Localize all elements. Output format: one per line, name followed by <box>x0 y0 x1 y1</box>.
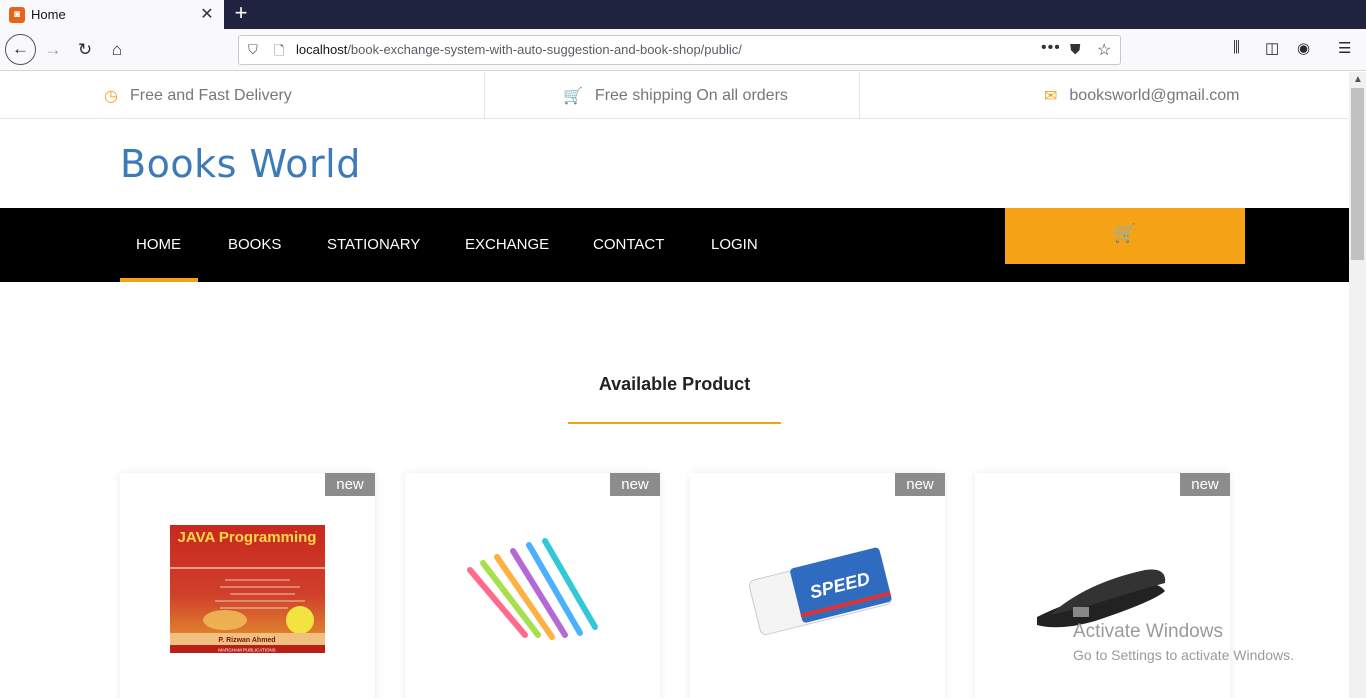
vertical-scrollbar[interactable]: ▲ <box>1349 72 1366 698</box>
browser-tab-bar: ◙ Home ✕ + <box>0 0 1366 29</box>
cart-button[interactable]: 🛒 <box>1005 208 1245 264</box>
new-badge: new <box>610 473 660 496</box>
scroll-up-icon[interactable]: ▲ <box>1353 74 1363 85</box>
bookmark-star-icon[interactable]: ☆ <box>1097 40 1111 60</box>
nav-exchange[interactable]: EXCHANGE <box>465 208 549 282</box>
forward-icon[interactable]: → <box>39 36 67 64</box>
product-card[interactable]: new JAVA Programming P. Rizwan Ahmed MAR… <box>120 473 375 698</box>
active-nav-indicator <box>120 278 198 282</box>
library-icon[interactable]: ⫼ <box>1233 39 1240 56</box>
page-info-icon[interactable]: 🗋 <box>274 42 284 64</box>
section-title: Available Product <box>598 374 751 394</box>
new-badge: new <box>895 473 945 496</box>
product-image-java-book[interactable]: JAVA Programming P. Rizwan Ahmed MARGHAM… <box>170 525 325 653</box>
cart-icon: 🛒 <box>1113 223 1137 243</box>
divider <box>484 72 485 119</box>
product-card[interactable]: new SPEED <box>690 473 945 698</box>
account-icon[interactable]: ◉ <box>1297 39 1310 57</box>
new-badge: new <box>325 473 375 496</box>
watermark-title: Activate Windows <box>1073 621 1223 642</box>
svg-text:MARGHAM PUBLICATIONS: MARGHAM PUBLICATIONS <box>218 648 275 653</box>
browser-tab[interactable]: ◙ Home ✕ <box>0 0 224 29</box>
watermark-subtitle: Go to Settings to activate Windows. <box>1073 647 1294 663</box>
nav-contact[interactable]: CONTACT <box>593 208 664 282</box>
scrollbar-thumb[interactable] <box>1351 88 1364 260</box>
main-navigation: HOME BOOKS STATIONARY EXCHANGE CONTACT L… <box>0 208 1349 282</box>
tab-title: Home <box>31 7 66 22</box>
sidebar-icon[interactable]: ◫ <box>1265 39 1279 57</box>
windows-activation-watermark: Activate Windows Go to Settings to activ… <box>1073 621 1294 663</box>
info-strip: ◷ Free and Fast Delivery 🛒 Free shipping… <box>0 72 1349 119</box>
shield-icon[interactable]: ⛉ <box>248 42 258 58</box>
nav-books[interactable]: BOOKS <box>228 208 281 282</box>
shipping-info: 🛒 Free shipping On all orders <box>563 72 788 119</box>
nav-login[interactable]: LOGIN <box>711 208 758 282</box>
url-text[interactable]: localhost/book-exchange-system-with-auto… <box>296 42 742 57</box>
product-card[interactable]: new <box>405 473 660 698</box>
svg-text:P. Rizwan Ahmed: P. Rizwan Ahmed <box>218 637 275 644</box>
browser-toolbar: ← → ↻ ⌂ ⛉ 🗋 localhost/book-exchange-syst… <box>0 29 1366 71</box>
close-tab-icon[interactable]: ✕ <box>200 6 214 22</box>
delivery-text: Free and Fast Delivery <box>129 86 292 104</box>
delivery-info: ◷ Free and Fast Delivery <box>104 72 292 119</box>
nav-stationary[interactable]: STATIONARY <box>327 208 420 282</box>
email-text[interactable]: booksworld@gmail.com <box>1069 87 1239 105</box>
menu-icon[interactable]: ☰ <box>1338 39 1351 57</box>
divider <box>859 72 860 119</box>
email-info: ✉ booksworld@gmail.com <box>1044 72 1239 119</box>
shipping-text: Free shipping On all orders <box>594 86 788 104</box>
favicon-icon: ◙ <box>9 6 25 23</box>
product-image-pens[interactable] <box>455 525 610 653</box>
nav-home[interactable]: HOME <box>136 208 181 282</box>
home-icon[interactable]: ⌂ <box>103 36 131 64</box>
product-card[interactable]: new <box>975 473 1230 698</box>
clock-icon: ◷ <box>104 87 118 105</box>
back-icon[interactable]: ← <box>5 34 36 65</box>
svg-text:JAVA Programming: JAVA Programming <box>178 529 317 546</box>
product-image-eraser[interactable]: SPEED <box>740 525 895 653</box>
new-badge: new <box>1180 473 1230 496</box>
title-underline <box>568 422 781 424</box>
page-actions-icon[interactable]: ••• <box>1041 39 1061 57</box>
site-logo[interactable]: Books World <box>120 142 361 186</box>
pocket-icon[interactable]: ⛊ <box>1070 41 1081 58</box>
address-bar[interactable]: ⛉ 🗋 localhost/book-exchange-system-with-… <box>238 35 1121 65</box>
new-tab-icon[interactable]: + <box>231 2 251 26</box>
envelope-icon: ✉ <box>1044 87 1058 105</box>
web-page: ◷ Free and Fast Delivery 🛒 Free shipping… <box>0 72 1349 698</box>
cart-icon: 🛒 <box>563 87 583 105</box>
reload-icon[interactable]: ↻ <box>71 36 99 64</box>
